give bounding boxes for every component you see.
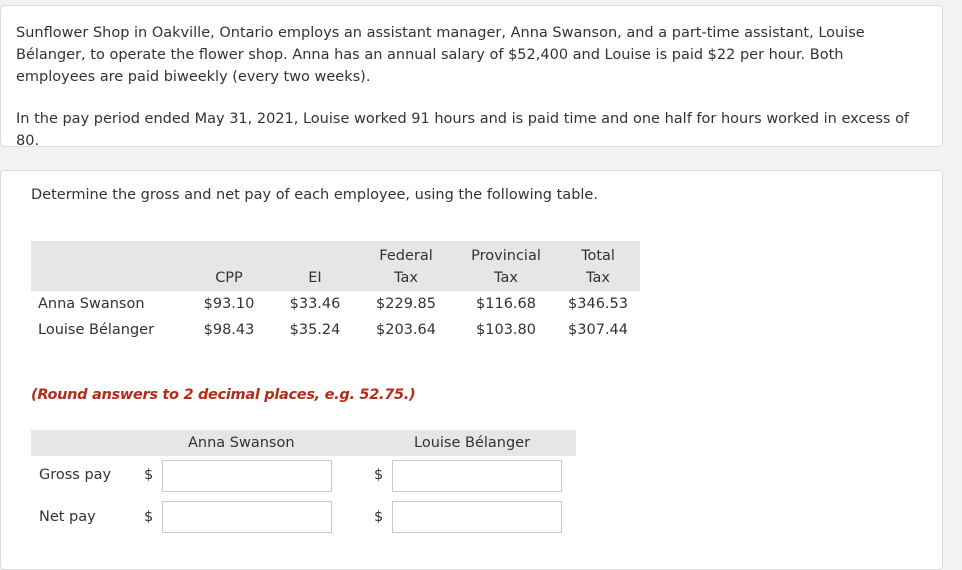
instruction-text: Determine the gross and net pay of each … xyxy=(31,187,598,203)
row-ei: $33.46 xyxy=(289,296,341,312)
net-pay-anna-input[interactable] xyxy=(162,501,332,533)
header-name xyxy=(31,241,184,291)
row-cpp: $98.43 xyxy=(203,322,255,338)
row-federal-tax: $203.64 xyxy=(376,322,436,338)
header-federal-tax: Federal Tax xyxy=(356,241,456,291)
gross-pay-louise-currency: $ xyxy=(374,467,384,483)
row-federal-tax: $229.85 xyxy=(376,296,436,312)
tax-table-header-row: CPP EI Federal Tax Provincial Tax Total … xyxy=(31,241,640,291)
gross-pay-anna-input[interactable] xyxy=(162,460,332,492)
table-row: Anna Swanson $93.10 $33.46 $229.85 $116.… xyxy=(31,291,640,317)
problem-paragraph-1: Sunflower Shop in Oakville, Ontario empl… xyxy=(16,25,865,85)
row-employee-name: Anna Swanson xyxy=(38,296,145,312)
problem-card: Sunflower Shop in Oakville, Ontario empl… xyxy=(0,5,943,149)
row-provincial-tax: $103.80 xyxy=(476,322,536,338)
gross-pay-anna-currency: $ xyxy=(144,467,154,483)
rounding-note: (Round answers to 2 decimal places, e.g.… xyxy=(31,387,416,403)
row-total-tax: $307.44 xyxy=(568,322,628,338)
net-pay-louise-input[interactable] xyxy=(392,501,562,533)
header-total-tax: Total Tax xyxy=(556,241,640,291)
table-row: Louise Bélanger $98.43 $35.24 $203.64 $1… xyxy=(31,317,640,343)
row-ei: $35.24 xyxy=(289,322,341,338)
row-employee-name: Louise Bélanger xyxy=(38,322,155,338)
row-provincial-tax: $116.68 xyxy=(476,296,536,312)
net-pay-anna-currency: $ xyxy=(144,509,154,525)
header-ei: EI xyxy=(308,270,322,286)
net-pay-label: Net pay xyxy=(39,509,96,525)
header-total-line1: Total xyxy=(581,248,615,264)
header-total-line2: Tax xyxy=(586,270,610,286)
problem-paragraph-2: In the pay period ended May 31, 2021, Lo… xyxy=(16,111,910,149)
answer-col-anna: Anna Swanson xyxy=(188,435,295,451)
gross-pay-label: Gross pay xyxy=(39,467,112,483)
answer-table-header: Anna Swanson Louise Bélanger xyxy=(31,430,576,456)
row-total-tax: $346.53 xyxy=(568,296,628,312)
gross-pay-louise-input[interactable] xyxy=(392,460,562,492)
header-provincial-line1: Provincial xyxy=(471,248,541,264)
header-cpp: CPP xyxy=(215,270,243,286)
question-card: Determine the gross and net pay of each … xyxy=(0,170,943,570)
row-cpp: $93.10 xyxy=(203,296,255,312)
header-federal-line2: Tax xyxy=(394,270,418,286)
net-pay-louise-currency: $ xyxy=(374,509,384,525)
header-provincial-tax: Provincial Tax xyxy=(456,241,556,291)
header-provincial-line2: Tax xyxy=(494,270,518,286)
answer-col-louise: Louise Bélanger xyxy=(414,435,531,451)
tax-table: CPP EI Federal Tax Provincial Tax Total … xyxy=(31,241,640,343)
header-federal-line1: Federal xyxy=(379,248,433,264)
